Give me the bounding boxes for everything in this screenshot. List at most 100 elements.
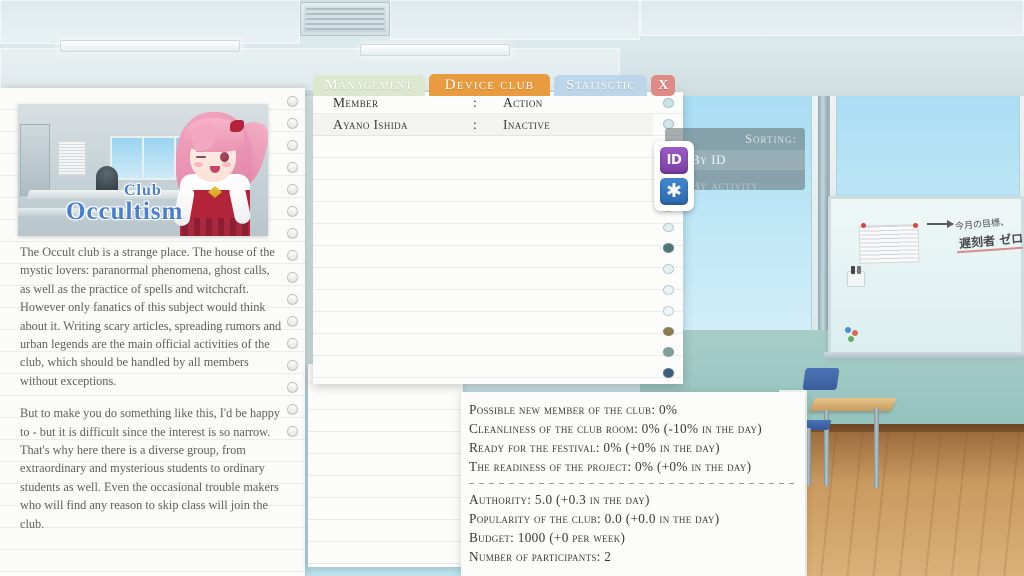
status-dot[interactable]	[662, 98, 674, 108]
member-separator: :	[473, 117, 478, 132]
binder-ring	[286, 140, 298, 151]
binder-ring	[286, 206, 298, 217]
ceiling-panel	[640, 0, 1024, 36]
binder-ring	[286, 404, 298, 415]
club-stats-panel: Possible new member of the club: 0% Clea…	[461, 392, 805, 576]
stats-group-secondary: Authority: 5.0 (+0.3 in the day) Popular…	[469, 490, 795, 566]
close-icon: X	[658, 77, 669, 93]
magnet-icon	[852, 330, 858, 336]
binder-ring	[286, 360, 298, 371]
member-table: Member : Action Ayano Ishida : Inactive	[313, 92, 653, 136]
character-blush	[222, 162, 231, 167]
club-title-main: Occultism	[66, 198, 184, 225]
tab-statistic-label: Statisctic	[566, 77, 636, 93]
character-hair-bow	[230, 120, 244, 132]
club-banner: Club Occultism	[18, 104, 268, 236]
character-eye-closed	[196, 156, 206, 158]
binder-ring	[286, 272, 298, 283]
marker-icon	[851, 266, 855, 274]
status-dot[interactable]	[662, 285, 674, 295]
desk-top	[808, 398, 898, 411]
chair-backrest	[802, 368, 840, 390]
status-dot[interactable]	[662, 264, 674, 275]
banner-poster	[58, 140, 86, 176]
club-member-window: Member : Action Ayano Ishida : Inactive	[313, 92, 683, 384]
magnet-icon	[848, 336, 854, 342]
stats-divider	[469, 483, 795, 484]
tab-bar: Management Device club Statisctic X	[313, 74, 676, 96]
tab-management-label: Management	[325, 77, 413, 93]
notepad-panel[interactable]	[308, 364, 463, 567]
marker-icon	[857, 266, 861, 274]
binder-ring	[286, 228, 298, 239]
pin-icon	[913, 223, 918, 228]
club-panel-binder-dots	[283, 96, 301, 568]
stat-authority: Authority: 5.0 (+0.3 in the day)	[469, 492, 650, 507]
status-dot[interactable]	[662, 347, 674, 358]
status-dot[interactable]	[662, 222, 674, 233]
member-name: Ayano Ishida	[333, 117, 408, 132]
stat-project-readiness: The readiness of the project: 0% (+0% in…	[469, 459, 752, 474]
sort-button-group: ID ✱	[654, 141, 694, 211]
pin-icon	[861, 223, 866, 228]
sort-by-activity-button[interactable]: ✱	[660, 178, 688, 205]
status-dot[interactable]	[662, 305, 674, 316]
binder-ring	[286, 382, 298, 393]
whiteboard-tray	[824, 352, 1024, 359]
tab-device-club-label: Device club	[444, 76, 535, 93]
tab-statistic[interactable]: Statisctic	[554, 75, 648, 96]
asterisk-icon: ✱	[666, 180, 682, 202]
club-description-paragraph: The Occult club is a strange place. The …	[20, 245, 282, 388]
club-info-panel: Club Occultism The Occult club is a stra…	[0, 88, 305, 576]
stat-possible-new-member: Possible new member of the club: 0%	[469, 402, 678, 417]
ceiling-vent	[300, 2, 390, 36]
ceiling-light	[360, 44, 510, 56]
stat-participants: Number of participants: 2	[469, 549, 612, 564]
table-row[interactable]: Ayano Ishida : Inactive	[313, 114, 653, 136]
sort-option-by-activity-label: By activity	[691, 178, 759, 193]
club-description-paragraph: But to make you do something like this, …	[20, 406, 281, 531]
binder-ring	[286, 294, 298, 305]
character-eye	[220, 152, 229, 162]
binder-ring	[286, 250, 298, 261]
binder-ring	[286, 184, 298, 195]
ceiling-panel	[390, 0, 640, 40]
sort-option-by-id-label: By ID	[691, 152, 727, 167]
stats-group-primary: Possible new member of the club: 0% Clea…	[469, 400, 795, 476]
binder-ring	[286, 316, 298, 327]
column-header-separator: :	[473, 95, 478, 110]
binder-ring	[286, 118, 298, 129]
marker-holder	[847, 266, 865, 287]
whiteboard-note-line-1: 今月の目標、	[954, 217, 1010, 233]
binder-ring	[286, 162, 298, 173]
tab-management[interactable]: Management	[313, 75, 425, 96]
stat-budget: Budget: 1000 (+0 per week)	[469, 530, 626, 545]
binder-ring	[286, 338, 298, 349]
status-dot[interactable]	[662, 243, 674, 254]
banner-cage	[96, 166, 118, 192]
whiteboard-schedule-paper	[858, 224, 920, 264]
column-header-member: Member	[333, 95, 379, 110]
sorting-title: Sorting:	[745, 132, 797, 146]
column-header-action: Action	[503, 95, 543, 110]
magnet-icon	[845, 327, 851, 333]
binder-ring	[286, 96, 298, 107]
sort-by-id-button[interactable]: ID	[660, 147, 688, 174]
status-dot[interactable]	[662, 368, 674, 378]
ceiling-light	[60, 40, 240, 52]
tab-device-club[interactable]: Device club	[428, 74, 551, 96]
stat-cleanliness: Cleanliness of the club room: 0% (-10% i…	[469, 421, 763, 436]
id-icon: ID	[666, 153, 682, 168]
banner-locker	[20, 124, 50, 196]
stat-festival-readiness: Ready for the festival: 0% (+0% in the d…	[469, 440, 720, 455]
close-button[interactable]: X	[651, 75, 676, 96]
whiteboard: 今月の目標、 遅刻者 ゼロ！！	[828, 196, 1024, 356]
desk-leg	[874, 408, 879, 488]
member-action: Inactive	[503, 117, 551, 132]
character-blush	[194, 162, 203, 167]
ceiling-panel	[0, 0, 300, 44]
status-dot[interactable]	[662, 326, 674, 337]
stat-popularity: Popularity of the club: 0.0 (+0.0 in the…	[469, 511, 720, 526]
club-description: The Occult club is a strange place. The …	[20, 243, 282, 533]
arrow-icon	[927, 220, 954, 228]
